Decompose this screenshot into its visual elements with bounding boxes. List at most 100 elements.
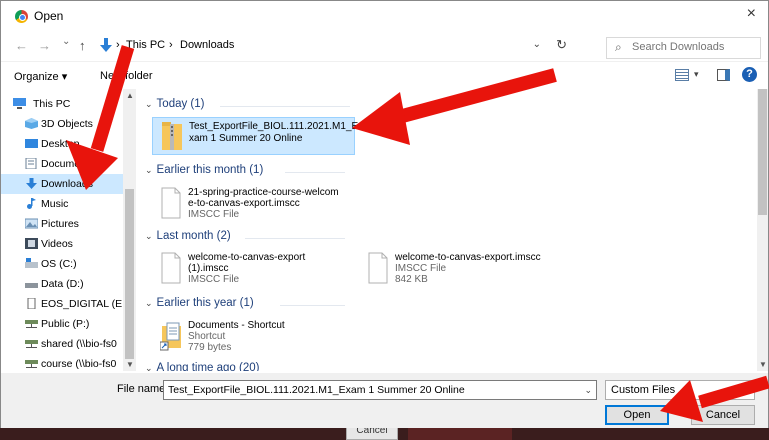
file-name-continued: xam 1 Summer 20 Online <box>189 133 303 144</box>
view-dropdown-icon[interactable]: ▾ <box>694 69 699 80</box>
drive-icon <box>25 258 38 268</box>
file-name: 21-spring-practice-course-welcom <box>188 187 339 198</box>
group-header-last-month[interactable]: ⌄ Last month (2) <box>145 230 345 246</box>
network-drive-icon <box>25 360 38 368</box>
file-item-test-export[interactable]: Test_ExportFile_BIOL.111.2021.M1_E xam 1… <box>152 117 358 155</box>
breadcrumb-downloads[interactable]: Downloads <box>180 39 234 51</box>
file-name-label: File name: <box>117 383 169 395</box>
up-arrow-icon[interactable]: ↑ <box>79 38 86 53</box>
group-header-today[interactable]: ⌄ Today (1) <box>145 98 350 114</box>
chevron-down-icon: ⌄ <box>145 99 153 109</box>
video-icon <box>25 238 38 249</box>
nav-item-data-d[interactable]: Data (D:) <box>1 274 123 294</box>
back-arrow-icon[interactable]: ← <box>15 38 28 53</box>
nav-item-os-c[interactable]: OS (C:) <box>1 254 123 274</box>
scroll-down-icon[interactable]: ▼ <box>126 360 134 369</box>
download-location-icon <box>100 38 112 52</box>
nav-item-3d-objects[interactable]: 3D Objects <box>1 114 123 134</box>
scrollbar-thumb[interactable] <box>125 189 134 359</box>
file-size: 779 bytes <box>188 342 232 353</box>
nav-item-desktop[interactable]: Desktop <box>1 134 123 154</box>
organize-button[interactable]: Organize ▾ <box>14 70 67 83</box>
group-label: Earlier this month (1) <box>156 164 264 176</box>
file-icon <box>161 187 181 219</box>
file-item-welcome-export-1[interactable]: welcome-to-canvas-export (1).imscc IMSCC… <box>152 250 352 288</box>
nav-item-label: Desktop <box>41 138 80 150</box>
address-dropdown-icon[interactable]: ⌄ <box>533 39 541 50</box>
nav-item-shared[interactable]: shared (\\bio-fs0 <box>1 334 123 354</box>
file-type: IMSCC File <box>395 263 447 274</box>
file-item-documents-shortcut[interactable]: Documents - Shortcut Shortcut 779 bytes <box>152 318 352 356</box>
drive-icon <box>25 283 38 288</box>
recent-locations-icon[interactable]: ⌄ <box>62 36 70 47</box>
group-header-earlier-this-month[interactable]: ⌄ Earlier this month (1) <box>145 164 345 180</box>
preview-pane-icon[interactable] <box>717 69 730 81</box>
breadcrumb-separator: › <box>169 39 173 51</box>
chevron-down-icon: ⌄ <box>145 363 153 371</box>
group-label: Earlier this year (1) <box>156 297 254 309</box>
scrollbar-thumb[interactable] <box>758 89 767 215</box>
file-icon <box>368 252 388 284</box>
chevron-down-icon[interactable]: ⌄ <box>584 385 592 396</box>
nav-item-public-p[interactable]: Public (P:) <box>1 314 123 334</box>
file-type: IMSCC File <box>188 274 240 285</box>
open-button[interactable]: Open <box>605 405 669 425</box>
nav-item-documents[interactable]: Documents <box>1 154 123 174</box>
nav-item-this-pc[interactable]: This PC <box>1 94 123 114</box>
title-bar: Open × <box>1 1 768 31</box>
scroll-down-icon[interactable]: ▼ <box>759 360 767 369</box>
nav-item-label: Music <box>41 198 69 210</box>
file-name-continued: (1).imscc <box>188 263 229 274</box>
group-divider <box>245 238 345 239</box>
new-folder-button[interactable]: New folder <box>100 70 153 82</box>
search-input[interactable] <box>632 41 757 53</box>
group-label: Last month (2) <box>156 230 231 242</box>
file-name-field[interactable]: Test_ExportFile_BIOL.111.2021.M1_Exam 1 … <box>163 380 597 400</box>
toolbar: Organize ▾ New folder ▾ ? <box>1 61 768 89</box>
nav-item-music[interactable]: Music <box>1 194 123 214</box>
file-name-continued: e-to-canvas-export.imscc <box>188 198 300 209</box>
cancel-button[interactable]: Cancel <box>691 405 755 425</box>
nav-item-label: Documents <box>41 158 95 170</box>
help-icon[interactable]: ? <box>742 67 757 82</box>
file-item-welcome-export[interactable]: welcome-to-canvas-export.imscc IMSCC Fil… <box>359 250 579 288</box>
file-list-scrollbar[interactable]: ▼ <box>757 89 768 371</box>
forward-arrow-icon[interactable]: → <box>38 38 51 53</box>
nav-item-label: Downloads <box>41 178 93 190</box>
file-item-spring-practice[interactable]: 21-spring-practice-course-welcom e-to-ca… <box>152 185 362 223</box>
nav-item-label: Pictures <box>41 218 79 230</box>
dialog-title: Open <box>34 9 64 23</box>
open-dialog: Open × ← → ⌄ ↑ › This PC › Downloads ⌄ ↻… <box>0 0 769 428</box>
document-icon <box>25 158 37 169</box>
refresh-icon[interactable]: ↻ <box>556 37 567 53</box>
nav-item-pictures[interactable]: Pictures <box>1 214 123 234</box>
scroll-up-icon[interactable]: ▲ <box>126 91 134 100</box>
nav-item-label: course (\\bio-fs0 <box>41 358 117 370</box>
group-divider <box>280 305 345 306</box>
pictures-icon <box>25 218 38 229</box>
file-type-select[interactable]: Custom Files <box>605 380 755 400</box>
file-name: Documents - Shortcut <box>188 320 285 331</box>
chevron-down-icon: ⌄ <box>145 165 153 175</box>
download-icon <box>26 178 37 189</box>
nav-item-videos[interactable]: Videos <box>1 234 123 254</box>
nav-pane-scrollbar[interactable]: ▲ ▼ <box>123 89 136 371</box>
view-options-icon[interactable] <box>675 69 689 81</box>
address-bar[interactable]: › This PC › Downloads ⌄ ↻ <box>96 34 571 58</box>
nav-item-label: shared (\\bio-fs0 <box>41 338 117 350</box>
close-icon[interactable]: × <box>747 5 756 23</box>
file-type: Shortcut <box>188 331 226 342</box>
chevron-down-icon: ⌄ <box>145 298 153 308</box>
nav-item-eos-digital[interactable]: EOS_DIGITAL (E:) <box>1 294 123 314</box>
nav-item-label: OS (C:) <box>41 258 77 270</box>
group-divider <box>285 172 345 173</box>
group-header-long-time-ago[interactable]: ⌄ A long time ago (20) <box>145 362 259 371</box>
group-header-earlier-this-year[interactable]: ⌄ Earlier this year (1) <box>145 297 345 313</box>
nav-item-course[interactable]: course (\\bio-fs0 <box>1 354 123 371</box>
breadcrumb-this-pc[interactable]: This PC <box>126 39 165 51</box>
file-type-value: Custom Files <box>611 384 676 396</box>
nav-item-downloads[interactable]: Downloads <box>1 174 123 194</box>
search-box[interactable]: ⌕ <box>606 37 761 59</box>
search-icon: ⌕ <box>615 40 622 54</box>
shortcut-folder-icon <box>160 322 181 351</box>
